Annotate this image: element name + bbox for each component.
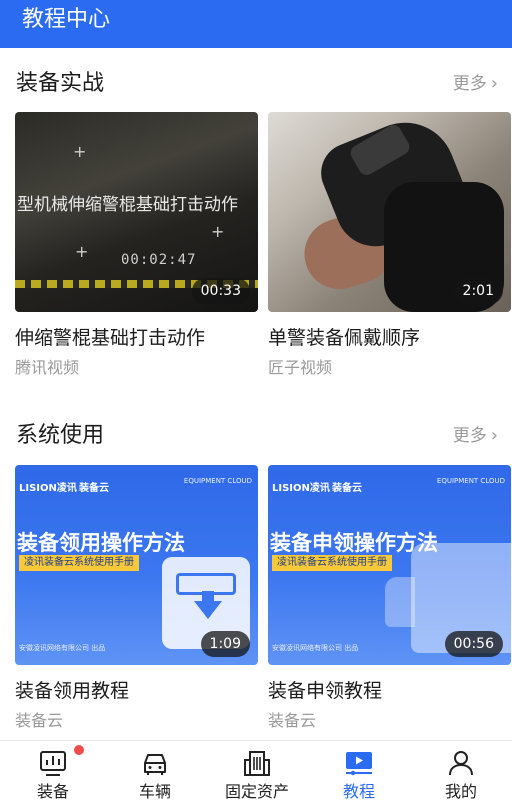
section-title: 系统使用 [16,423,105,448]
section-header-equipment: 装备实战 更多 › [0,62,512,106]
truck-cab [385,577,415,627]
brand-logo: LISION凌讯 [19,483,77,494]
page-title: 教程中心 [22,7,111,32]
user-icon [449,751,473,776]
bottom-nav: 装备 车辆 固定资产 教程 我的 [0,740,512,804]
nav-item-tutorial[interactable]: 教程 [308,741,410,805]
chevron-right-icon: › [490,73,498,94]
video-title[interactable]: 装备申领教程 [268,677,511,705]
video-card[interactable]: LISION凌讯 装备云 EQUIPMENT CLOUD 装备领用操作方法 凌讯… [15,465,258,733]
corner-label: EQUIPMENT CLOUD [183,477,252,485]
app-header: 教程中心 [0,0,512,48]
thumbnail-caption: 型机械伸缩警棍基础打击动作 [17,195,238,215]
company-credit: 安徽凌讯网络有限公司 出品 [19,644,106,652]
video-title[interactable]: 单警装备佩戴顺序 [268,324,511,352]
nav-label: 我的 [444,782,477,801]
crosshair-icon: + [211,222,225,241]
brand-logo: LISION凌讯 [272,483,330,494]
nav-item-vehicle[interactable]: 车辆 [104,741,206,805]
video-title[interactable]: 伸缩警棍基础打击动作 [15,324,258,352]
chart-icon [40,751,66,776]
company-credit: 安徽凌讯网络有限公司 出品 [272,644,359,652]
duration-badge: 00:56 [444,631,503,657]
section-header-system: 系统使用 更多 › [0,414,512,458]
nav-item-equipment[interactable]: 装备 [2,741,104,805]
video-card[interactable]: 2:01 单警装备佩戴顺序 匠子视频 [268,112,511,380]
car-icon [144,754,166,775]
cloud-logo: 装备云 [332,483,362,494]
video-thumbnail[interactable]: 2:01 [268,112,511,312]
video-thumbnail[interactable]: + + + 型机械伸缩警棍基础打击动作 00:02:47 00:33 [15,112,258,312]
nav-item-profile[interactable]: 我的 [410,741,512,805]
crosshair-icon: + [73,142,87,161]
video-card[interactable]: + + + 型机械伸缩警棍基础打击动作 00:02:47 00:33 伸缩警棍基… [15,112,258,380]
thumbnail-tag: 凌讯装备云系统使用手册 [19,555,139,571]
thumbnail-heading: 装备领用操作方法 [17,531,185,555]
video-icon [346,752,372,776]
video-thumbnail[interactable]: LISION凌讯 装备云 EQUIPMENT CLOUD 装备申领操作方法 凌讯… [268,465,511,665]
section-title: 装备实战 [16,71,105,96]
video-thumbnail[interactable]: LISION凌讯 装备云 EQUIPMENT CLOUD 装备领用操作方法 凌讯… [15,465,258,665]
duration-badge: 2:01 [453,278,503,304]
video-source: 装备云 [15,711,64,730]
nav-label: 固定资产 [224,782,289,801]
video-source: 装备云 [268,711,317,730]
video-title[interactable]: 装备领用教程 [15,677,258,705]
duration-badge: 1:09 [200,631,250,657]
nav-label: 装备 [36,782,69,801]
video-source: 腾讯视频 [15,358,80,377]
more-label: 更多 [452,426,487,446]
nav-label: 教程 [342,782,375,801]
thumbnail-tag: 凌讯装备云系统使用手册 [272,555,392,571]
thumbnail-timecode: 00:02:47 [121,252,197,268]
video-card[interactable]: LISION凌讯 装备云 EQUIPMENT CLOUD 装备申领操作方法 凌讯… [268,465,511,733]
cloud-logo: 装备云 [79,483,109,494]
chevron-right-icon: › [490,425,498,446]
arrow-head [194,601,222,619]
more-label: 更多 [452,74,487,94]
video-source: 匠子视频 [268,358,333,377]
more-link[interactable]: 更多 › [453,414,498,458]
notification-dot [74,745,84,755]
crosshair-icon: + [75,242,89,261]
building-icon [244,751,270,776]
more-link[interactable]: 更多 › [453,62,498,106]
duration-badge: 00:33 [191,278,250,304]
corner-label: EQUIPMENT CLOUD [436,477,505,485]
nav-item-fixed-assets[interactable]: 固定资产 [206,741,308,805]
nav-label: 车辆 [138,782,171,801]
thumbnail-heading: 装备申领操作方法 [270,531,438,555]
